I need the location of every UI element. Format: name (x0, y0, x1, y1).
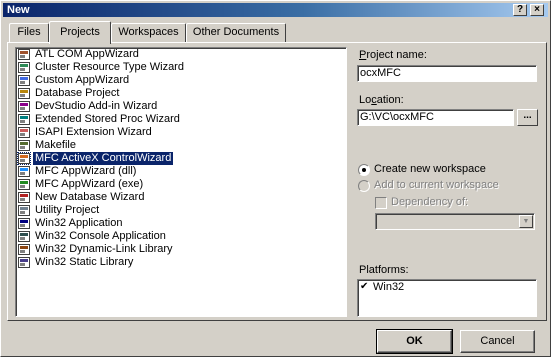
new-dialog: New ? × Files Projects Workspaces Other … (0, 0, 551, 357)
list-item-label: Extended Stored Proc Wizard (35, 113, 180, 125)
list-item-label: Win32 Dynamic-Link Library (35, 243, 173, 255)
list-item-label: Cluster Resource Type Wizard (35, 61, 184, 73)
mfc-exe-icon (18, 179, 30, 190)
stored-proc-icon (18, 114, 30, 125)
makefile-icon (18, 140, 30, 151)
add-workspace-radio[interactable] (358, 180, 370, 192)
addin-icon (18, 101, 30, 112)
project-name-label: Project name: (359, 49, 427, 61)
console-icon (18, 231, 30, 242)
list-item[interactable]: MFC AppWizard (exe) (17, 178, 346, 191)
lib-icon (18, 257, 30, 268)
custom-wizard-icon (18, 75, 30, 86)
check-icon[interactable]: ✔ (360, 282, 371, 293)
list-item-label: MFC ActiveX ControlWizard (33, 152, 174, 165)
window-title: New (7, 4, 30, 16)
list-item[interactable]: MFC AppWizard (dll) (17, 165, 346, 178)
list-item-label: Win32 Application (35, 217, 123, 229)
platform-item-win32[interactable]: ✔ Win32 (360, 281, 536, 294)
cluster-icon (18, 62, 30, 73)
dependency-label: Dependency of: (391, 196, 469, 208)
list-item-label: DevStudio Add-in Wizard (35, 100, 158, 112)
tab-workspaces[interactable]: Workspaces (111, 23, 186, 42)
tab-projects[interactable]: Projects (49, 21, 111, 44)
create-workspace-radio[interactable] (358, 164, 370, 176)
list-item[interactable]: ISAPI Extension Wizard (17, 126, 346, 139)
platform-label: Win32 (373, 281, 405, 293)
cancel-button[interactable]: Cancel (460, 330, 535, 353)
mfc-dll-icon (18, 166, 30, 177)
tab-strip: Files Projects Workspaces Other Document… (7, 21, 547, 44)
list-item[interactable]: Win32 Console Application (17, 230, 346, 243)
ok-button[interactable]: OK (376, 329, 453, 354)
help-button[interactable]: ? (513, 4, 527, 16)
add-workspace-label: Add to current workspace (374, 179, 499, 191)
dll-icon (18, 244, 30, 255)
list-item[interactable]: Cluster Resource Type Wizard (17, 61, 346, 74)
activex-icon (17, 152, 31, 165)
project-name-label-rest: roject name: (366, 49, 427, 61)
list-item-label: ATL COM AppWizard (35, 48, 139, 60)
location-field[interactable]: G:\VC\ocxMFC (357, 109, 514, 126)
list-item-label: MFC AppWizard (dll) (35, 165, 137, 177)
project-type-list[interactable]: ATL COM AppWizard Cluster Resource Type W… (15, 47, 347, 317)
atl-com-icon (18, 49, 30, 60)
tab-files[interactable]: Files (9, 23, 49, 42)
list-item[interactable]: DevStudio Add-in Wizard (17, 100, 346, 113)
list-item[interactable]: Win32 Static Library (17, 256, 346, 269)
utility-icon (18, 205, 30, 216)
list-item-label: Utility Project (35, 204, 100, 216)
list-item[interactable]: MFC ActiveX ControlWizard (17, 152, 346, 165)
list-item[interactable]: ATL COM AppWizard (17, 48, 346, 61)
platforms-list[interactable]: ✔ Win32 (357, 279, 537, 317)
list-item[interactable]: Extended Stored Proc Wizard (17, 113, 346, 126)
list-item-label: MFC AppWizard (exe) (35, 178, 144, 190)
list-item-label: Custom AppWizard (35, 74, 130, 86)
list-item[interactable]: Win32 Dynamic-Link Library (17, 243, 346, 256)
close-button[interactable]: × (530, 4, 544, 16)
browse-button[interactable]: ... (517, 109, 538, 126)
list-item-label: New Database Wizard (35, 191, 145, 203)
create-workspace-label[interactable]: Create new workspace (374, 163, 486, 175)
win32-app-icon (18, 218, 30, 229)
list-item-label: Database Project (35, 87, 120, 99)
tab-other-documents[interactable]: Other Documents (186, 23, 286, 42)
isapi-icon (18, 127, 30, 138)
title-bar[interactable]: New ? × (3, 3, 548, 17)
list-item[interactable]: New Database Wizard (17, 191, 346, 204)
list-item-label: Win32 Static Library (35, 256, 134, 268)
dependency-checkbox[interactable] (375, 197, 387, 209)
list-item-label: Win32 Console Application (35, 230, 166, 242)
list-item[interactable]: Makefile (17, 139, 346, 152)
new-db-icon (18, 192, 30, 203)
platforms-label: Platforms: (359, 264, 409, 276)
location-label: Location: (359, 94, 404, 106)
project-name-field[interactable]: ocxMFC (357, 65, 537, 82)
list-item[interactable]: Win32 Application (17, 217, 346, 230)
list-item[interactable]: Database Project (17, 87, 346, 100)
list-item[interactable]: Custom AppWizard (17, 74, 346, 87)
location-label-text: Location: (359, 94, 404, 106)
list-item[interactable]: Utility Project (17, 204, 346, 217)
dependency-combo[interactable]: ▼ (375, 213, 535, 230)
list-item-label: ISAPI Extension Wizard (35, 126, 152, 138)
database-icon (18, 88, 30, 99)
chevron-down-icon[interactable]: ▼ (519, 215, 533, 228)
list-item-label: Makefile (35, 139, 76, 151)
